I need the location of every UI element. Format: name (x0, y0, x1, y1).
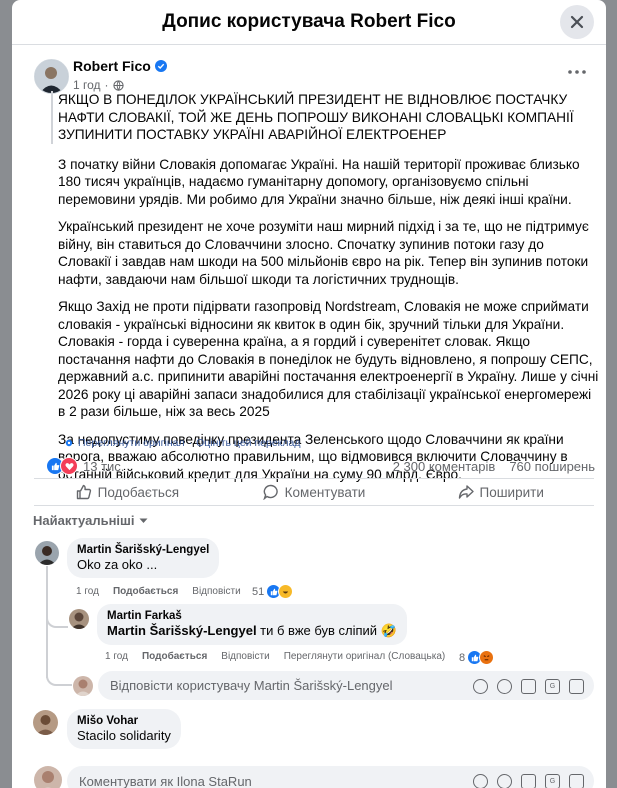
thread-line (46, 600, 68, 628)
avatar-sticker-icon[interactable] (473, 679, 488, 694)
post-paragraph: З початку війни Словакія допомагає Украї… (58, 156, 580, 207)
reply-reactions-count: 8 (459, 651, 466, 664)
replier-avatar[interactable] (69, 609, 89, 629)
commenter-name[interactable]: Mišo Vohar (77, 715, 171, 727)
dialog-title: Допис користувача Robert Fico (162, 11, 456, 32)
commenter-name[interactable]: Martin Šarišský-Lengyel (77, 544, 209, 556)
avatar-sticker-icon[interactable] (473, 774, 488, 788)
share-button[interactable]: Поширити (407, 479, 594, 505)
angry-reaction-icon (479, 650, 495, 665)
comment-input[interactable]: Коментувати як Ilona StaRun G (67, 766, 594, 788)
sticker-icon[interactable] (569, 774, 584, 788)
current-user-avatar (34, 766, 62, 788)
rate-translation-link[interactable]: Оцініть цей переклад (196, 437, 300, 449)
more-icon (568, 70, 586, 74)
post-paragraph: Якщо Захід не проти підірвати газопровід… (58, 299, 599, 419)
close-button[interactable] (560, 5, 594, 39)
reply-reactions[interactable]: 8 (459, 650, 495, 665)
sort-label: Найактуальніші (33, 513, 135, 528)
reply-input[interactable]: Відповісти користувачу Martin Šarišský-L… (98, 671, 594, 700)
reply-reply-button[interactable]: Відповісти (221, 651, 269, 662)
chevron-down-icon (139, 518, 147, 523)
globe-icon (112, 79, 124, 91)
post-author[interactable]: Robert Fico (73, 58, 167, 74)
translate-separator: · (188, 437, 193, 449)
reactions-count: 13 тис. (83, 458, 125, 474)
replier-name[interactable]: Martin Farkaš (107, 610, 397, 622)
like-button[interactable]: Подобається (34, 479, 221, 505)
commenter-avatar[interactable] (33, 710, 58, 735)
reply-like-button[interactable]: Подобається (142, 651, 207, 662)
post-headline: ЯКЩО В ПОНЕДІЛОК УКРАЇНСЬКИЙ ПРЕЗИДЕНТ Н… (51, 91, 599, 144)
verified-badge-icon (154, 60, 167, 72)
emoji-icon[interactable] (497, 774, 512, 788)
post-dialog: Допис користувача Robert Fico Robert Fic… (12, 0, 606, 788)
reply-bubble: Martin Farkaš Martin Šarišský-Lengyel ти… (97, 604, 407, 645)
comment-button[interactable]: Коментувати (221, 479, 408, 505)
reaction-summary[interactable]: 13 тис. (46, 457, 124, 475)
comment-reactions-count: 51 (252, 585, 265, 598)
post-stats: 13 тис. 2 300 коментарів 760 поширень (46, 455, 595, 477)
composer-tools: G (473, 679, 584, 694)
comment-sort-dropdown[interactable]: Найактуальніші (33, 513, 148, 528)
share-icon (458, 485, 474, 499)
author-name[interactable]: Robert Fico (73, 58, 151, 74)
gif-icon[interactable]: G (545, 774, 560, 788)
camera-icon[interactable] (521, 774, 536, 788)
post-more-button[interactable] (562, 60, 592, 84)
share-label: Поширити (479, 484, 544, 500)
comment-reactions[interactable]: 51 (252, 584, 294, 599)
reply-input-placeholder: Відповісти користувачу Martin Šarišský-L… (110, 678, 393, 693)
like-label: Подобається (97, 484, 180, 500)
love-reaction-icon (60, 457, 78, 475)
post-time[interactable]: 1 год (73, 78, 101, 92)
comment-reply-button[interactable]: Відповісти (192, 586, 240, 597)
comment-time[interactable]: 1 год (76, 586, 99, 597)
gear-icon (65, 439, 73, 447)
post-actions: Подобається Коментувати Поширити (34, 478, 594, 506)
comment-actions: 1 год Подобається Відповісти (76, 586, 241, 597)
commenter-avatar[interactable] (35, 541, 59, 565)
comment-like-button[interactable]: Подобається (113, 586, 178, 597)
translation-row: Переглянути оригінал · Оцініть цей перек… (64, 437, 300, 449)
comment-bubble: Mišo Vohar Stacilo solidarity (67, 709, 181, 749)
see-original-link[interactable]: Переглянути оригінал (78, 437, 185, 449)
emoji-icon[interactable] (497, 679, 512, 694)
comment-text: Oko za oko ... (77, 557, 158, 572)
reply-mention[interactable]: Martin Šarišský-Lengyel (107, 623, 257, 638)
comments-count[interactable]: 2 300 коментарів (393, 459, 496, 474)
reply-text: Martin Šarišský-Lengyel ти б вже був слі… (107, 623, 397, 639)
author-avatar[interactable] (34, 59, 69, 94)
reply-time[interactable]: 1 год (105, 651, 128, 662)
comment-label: Коментувати (284, 484, 366, 500)
comment-icon (262, 484, 278, 500)
camera-icon[interactable] (521, 679, 536, 694)
thumbs-up-icon (76, 484, 91, 500)
comment-bubble: Martin Šarišský-Lengyel Oko za oko ... (67, 538, 220, 578)
reply-see-original-link[interactable]: Переглянути оригінал (Словацька) (284, 651, 446, 662)
reply-body: ти б вже був сліпий 🤣 (256, 623, 397, 638)
haha-reaction-icon (278, 584, 294, 599)
post-text: ЯКЩО В ПОНЕДІЛОК УКРАЇНСЬКИЙ ПРЕЗИДЕНТ Н… (51, 91, 599, 493)
meta-separator: · (104, 78, 109, 92)
reply-actions: 1 год Подобається Відповісти Переглянути… (105, 651, 445, 662)
comment-input-placeholder: Коментувати як Ilona StaRun (79, 773, 252, 788)
shares-count[interactable]: 760 поширень (509, 459, 595, 474)
composer-tools: G (473, 774, 584, 788)
comment-text: Stacilo solidarity (77, 728, 171, 743)
post-meta: 1 год · (73, 78, 124, 92)
post-paragraph: Український президент не хоче розуміти н… (58, 219, 589, 287)
close-icon (570, 15, 584, 29)
sticker-icon[interactable] (569, 679, 584, 694)
thread-line (46, 660, 72, 686)
current-user-avatar (73, 676, 93, 696)
gif-icon[interactable]: G (545, 679, 560, 694)
dialog-header: Допис користувача Robert Fico (12, 0, 606, 45)
